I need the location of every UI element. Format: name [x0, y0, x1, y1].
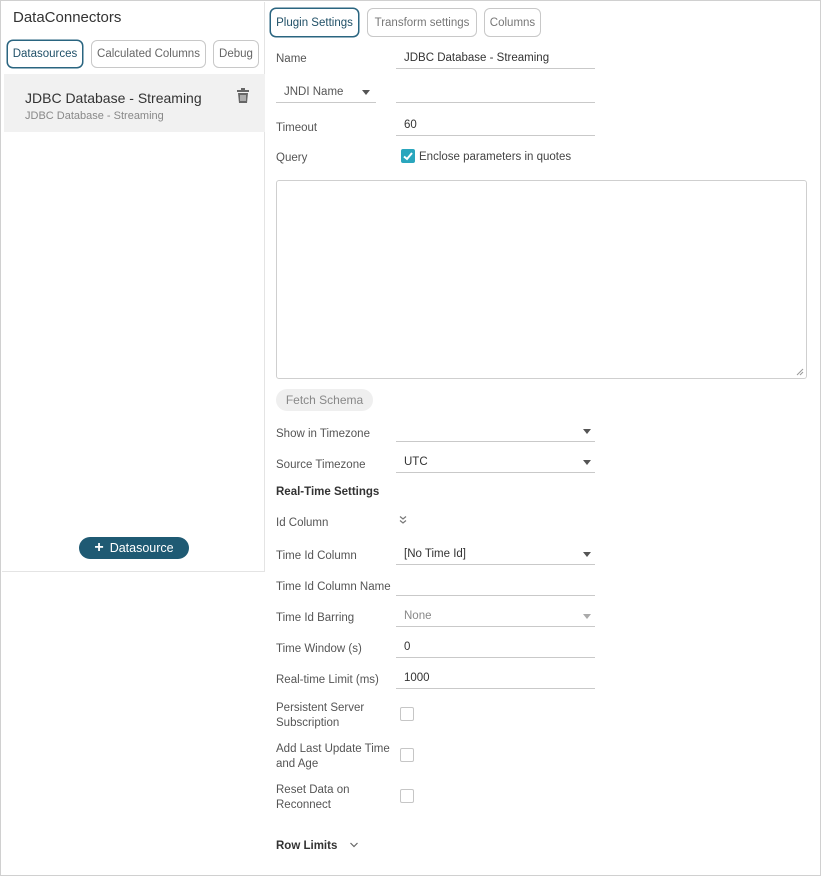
jndi-name-input[interactable] — [396, 81, 595, 103]
reset-data-label: Reset Data on Reconnect — [276, 783, 350, 813]
add-last-label-line1: Add Last Update Time — [276, 743, 390, 755]
add-last-update-label: Add Last Update Time and Age — [276, 742, 390, 772]
add-last-update-checkbox[interactable] — [400, 748, 414, 762]
chevron-down-icon — [583, 614, 591, 619]
tab-calculated-columns[interactable]: Calculated Columns — [91, 40, 206, 68]
persistent-subscription-label: Persistent Server Subscription — [276, 701, 364, 731]
datasource-type: JDBC Database - Streaming — [25, 110, 164, 122]
time-id-column-name-label: Time Id Column Name — [276, 581, 391, 593]
time-id-column-name-input[interactable] — [396, 574, 595, 596]
resize-handle-icon[interactable] — [796, 368, 804, 376]
plus-icon: + — [94, 538, 104, 556]
row-limits-toggle[interactable]: Row Limits — [276, 840, 337, 852]
query-textarea[interactable] — [276, 180, 807, 379]
show-timezone-label: Show in Timezone — [276, 428, 370, 440]
add-datasource-button[interactable]: + Datasource — [79, 537, 189, 559]
persistent-subscription-checkbox[interactable] — [400, 707, 414, 721]
datasource-name: JDBC Database - Streaming — [25, 90, 202, 106]
time-id-barring-value: None — [404, 609, 432, 622]
add-last-label-line2: and Age — [276, 758, 319, 770]
tab-debug[interactable]: Debug — [213, 40, 259, 68]
fetch-schema-button[interactable]: Fetch Schema — [276, 389, 373, 411]
chevron-down-icon — [583, 429, 591, 434]
realtime-settings-heading: Real-Time Settings — [276, 486, 380, 498]
datasource-list-item[interactable]: JDBC Database - Streaming JDBC Database … — [4, 74, 265, 132]
name-label: Name — [276, 53, 307, 65]
chevron-down-icon[interactable] — [349, 840, 359, 850]
reset-label-line1: Reset Data on — [276, 784, 350, 796]
trash-icon[interactable] — [236, 88, 250, 104]
time-id-barring-label: Time Id Barring — [276, 612, 355, 624]
chevron-down-icon — [362, 90, 370, 95]
timeout-label: Timeout — [276, 122, 318, 134]
jndi-name-label: JNDI Name — [284, 85, 344, 98]
time-window-input[interactable]: 0 — [396, 636, 595, 658]
realtime-limit-input[interactable]: 1000 — [396, 667, 595, 689]
reset-data-checkbox[interactable] — [400, 789, 414, 803]
enclose-params-checkbox[interactable] — [401, 149, 415, 163]
reset-label-line2: Reconnect — [276, 799, 331, 811]
tab-datasources[interactable]: Datasources — [7, 40, 83, 68]
time-window-label: Time Window (s) — [276, 643, 362, 655]
source-timezone-value: UTC — [404, 455, 428, 468]
time-id-barring-select[interactable]: None — [396, 605, 595, 627]
enclose-params-label: Enclose parameters in quotes — [419, 151, 572, 163]
time-id-column-label: Time Id Column — [276, 550, 357, 562]
name-input[interactable]: JDBC Database - Streaming — [396, 47, 595, 69]
app-title: DataConnectors — [13, 9, 122, 26]
source-timezone-select[interactable]: UTC — [396, 451, 595, 473]
tab-transform-settings[interactable]: Transform settings — [367, 8, 477, 37]
chevron-down-icon — [583, 460, 591, 465]
chevron-down-icon — [583, 552, 591, 557]
persistent-label-line2: Subscription — [276, 717, 340, 729]
id-column-label: Id Column — [276, 517, 329, 529]
left-panel: DataConnectors Datasources Calculated Co… — [2, 2, 265, 572]
double-chevron-down-icon[interactable] — [398, 515, 408, 525]
realtime-limit-label: Real-time Limit (ms) — [276, 674, 379, 686]
tab-plugin-settings[interactable]: Plugin Settings — [270, 8, 359, 37]
jndi-name-dropdown[interactable]: JNDI Name — [276, 81, 376, 103]
time-id-column-value: [No Time Id] — [404, 547, 466, 560]
timeout-input[interactable]: 60 — [396, 114, 595, 136]
show-timezone-select[interactable] — [396, 420, 595, 442]
check-icon — [403, 152, 413, 161]
time-id-column-select[interactable]: [No Time Id] — [396, 543, 595, 565]
source-timezone-label: Source Timezone — [276, 459, 366, 471]
persistent-label-line1: Persistent Server — [276, 702, 365, 714]
query-label: Query — [276, 152, 308, 164]
tab-columns[interactable]: Columns — [484, 8, 541, 37]
add-datasource-label: Datasource — [109, 541, 174, 555]
